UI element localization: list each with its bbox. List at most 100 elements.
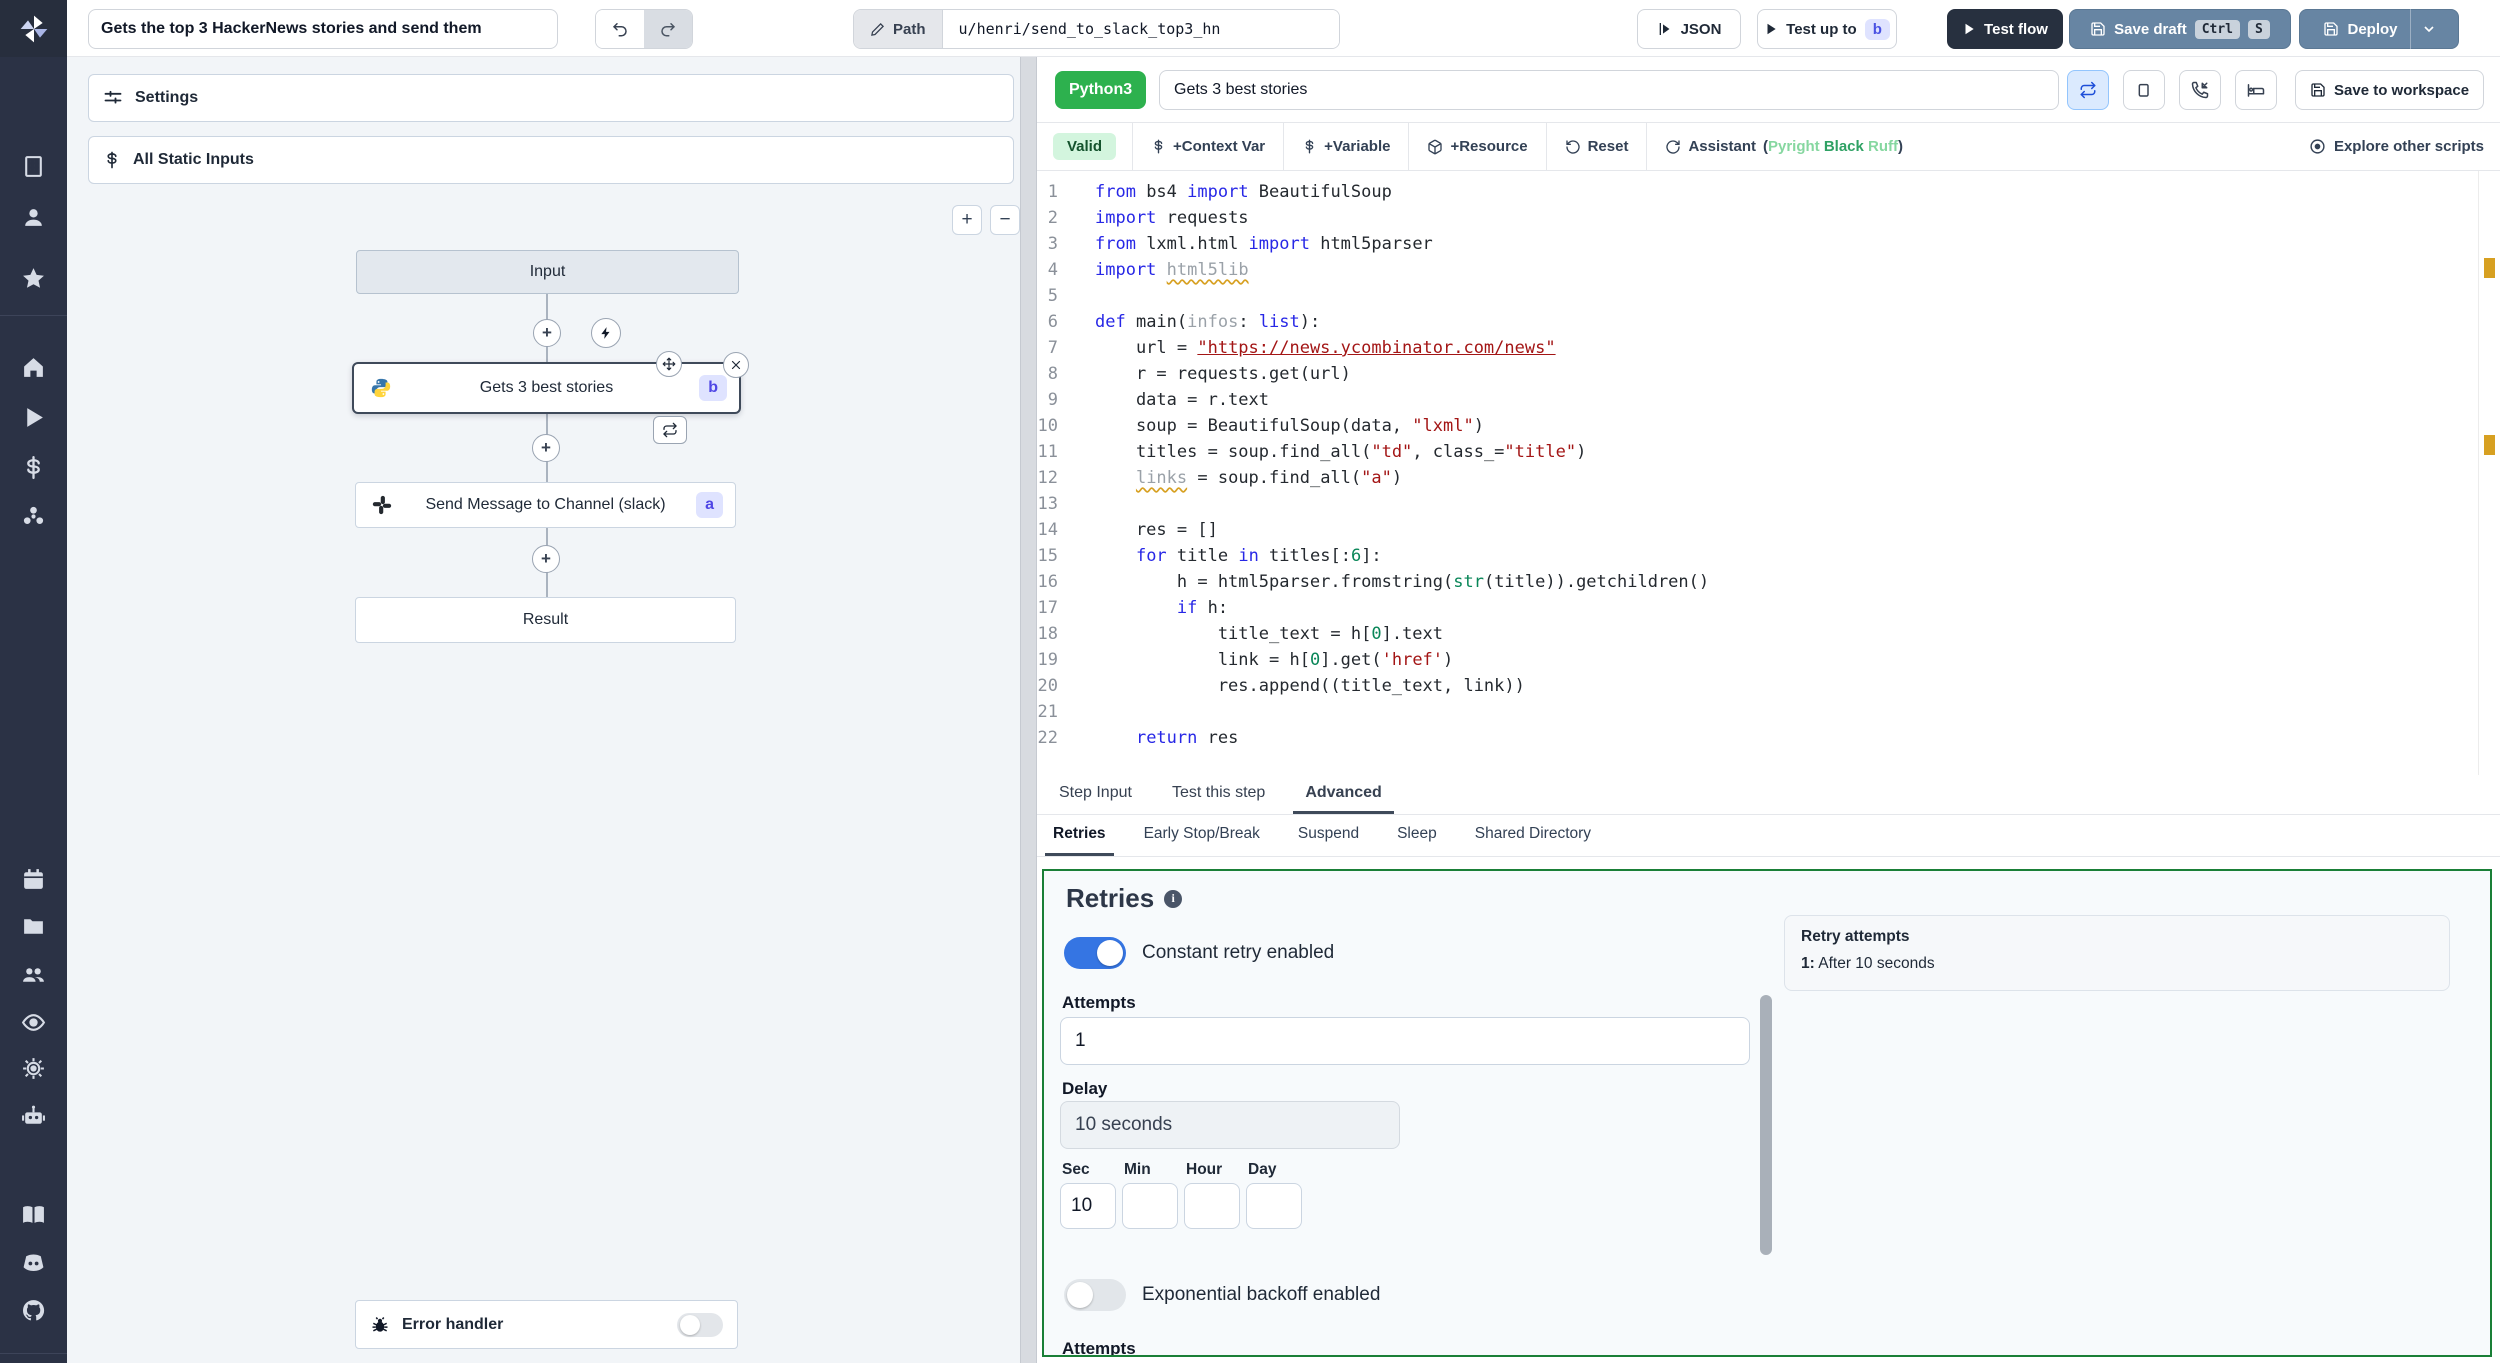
- subtab-early-stop[interactable]: Early Stop/Break: [1136, 815, 1268, 856]
- hour-input[interactable]: [1184, 1183, 1240, 1229]
- code-line: 11 titles = soup.find_all("td", class_="…: [1037, 439, 2457, 465]
- schedules-calendar-icon[interactable]: [21, 867, 46, 892]
- delay-input[interactable]: [1060, 1101, 1400, 1149]
- user-icon[interactable]: [21, 205, 46, 230]
- zoom-out-button[interactable]: −: [990, 205, 1020, 235]
- home-icon[interactable]: [21, 355, 46, 380]
- add-context-var-button[interactable]: +Context Var: [1133, 132, 1283, 162]
- retries-toggle-button[interactable]: [2067, 70, 2109, 110]
- test-up-to-button[interactable]: Test up to b: [1757, 9, 1897, 49]
- warning-marker: [2484, 435, 2495, 455]
- discord-icon[interactable]: [21, 1250, 46, 1275]
- sliders-icon: [104, 90, 122, 104]
- code-line: 13: [1037, 491, 2457, 517]
- delete-step-button[interactable]: [723, 352, 749, 378]
- save-icon: [2324, 22, 2339, 36]
- variables-dollar-icon[interactable]: [21, 455, 46, 480]
- attempts-input[interactable]: [1060, 1017, 1750, 1065]
- sleep-button[interactable]: [2235, 70, 2277, 110]
- github-icon[interactable]: [21, 1298, 46, 1323]
- code-line: 12 links = soup.find_all("a"): [1037, 465, 2457, 491]
- test-flow-button[interactable]: Test flow: [1947, 9, 2063, 49]
- flow-node-input[interactable]: Input: [356, 250, 739, 294]
- docs-book-icon[interactable]: [21, 1202, 46, 1227]
- subtab-suspend[interactable]: Suspend: [1290, 815, 1367, 856]
- suspend-button[interactable]: [2179, 70, 2221, 110]
- dollar-icon: [1154, 139, 1163, 154]
- retries-scrollbar[interactable]: [1760, 995, 1772, 1255]
- json-button[interactable]: JSON: [1637, 9, 1741, 49]
- sec-input[interactable]: [1060, 1183, 1116, 1229]
- add-step-button[interactable]: +: [532, 545, 560, 573]
- save-draft-button[interactable]: Save draft Ctrl S: [2069, 9, 2291, 49]
- play-icon: [1965, 23, 1974, 35]
- panel-splitter[interactable]: [1020, 57, 1037, 1363]
- slack-icon: [372, 495, 392, 515]
- editor-overview-ruler[interactable]: [2478, 171, 2500, 775]
- save-to-workspace-button[interactable]: Save to workspace: [2295, 70, 2485, 110]
- day-input[interactable]: [1246, 1183, 1302, 1229]
- flow-node-step-b[interactable]: Gets 3 best stories b: [352, 362, 741, 414]
- windmill-logo[interactable]: [0, 0, 67, 57]
- flow-settings-card[interactable]: Settings: [88, 74, 1014, 122]
- add-step-button[interactable]: +: [532, 434, 560, 462]
- deploy-button[interactable]: Deploy: [2299, 9, 2459, 49]
- zoom-in-button[interactable]: +: [952, 205, 982, 235]
- workspace-building-icon[interactable]: [21, 154, 46, 179]
- step-name-input[interactable]: [1159, 70, 2059, 110]
- error-handler-node[interactable]: Error handler: [355, 1300, 738, 1349]
- dollar-icon: [107, 151, 117, 169]
- add-step-button[interactable]: +: [533, 319, 561, 347]
- add-variable-button[interactable]: +Variable: [1284, 132, 1408, 162]
- trigger-zap-button[interactable]: [591, 318, 621, 348]
- tab-step-input[interactable]: Step Input: [1047, 775, 1144, 814]
- error-handler-toggle[interactable]: [677, 1312, 723, 1337]
- save-icon: [2091, 22, 2105, 36]
- favorites-star-icon[interactable]: [21, 266, 46, 291]
- flow-title-input[interactable]: [88, 9, 558, 49]
- flow-node-step-a[interactable]: Send Message to Channel (slack) a: [355, 482, 736, 528]
- assistant-status[interactable]: Assistant (Pyright Black Ruff): [1647, 132, 1921, 162]
- retry-indicator-chip[interactable]: [653, 416, 687, 444]
- move-step-button[interactable]: [656, 351, 682, 377]
- sidebar: [0, 57, 67, 1363]
- workers-robot-icon[interactable]: [21, 1104, 46, 1129]
- tab-advanced[interactable]: Advanced: [1293, 775, 1394, 814]
- chevron-down-icon: [2423, 26, 2434, 33]
- subtab-sleep[interactable]: Sleep: [1389, 815, 1445, 856]
- json-icon: [1659, 23, 1670, 35]
- subtab-retries[interactable]: Retries: [1045, 815, 1114, 856]
- sidebar-divider: [0, 315, 67, 316]
- code-line: 5: [1037, 283, 2457, 309]
- reset-icon: [1565, 139, 1580, 154]
- early-stop-button[interactable]: [2123, 70, 2165, 110]
- audit-eye-icon[interactable]: [21, 1010, 46, 1035]
- runs-play-icon[interactable]: [21, 405, 46, 430]
- code-line: 2 import requests: [1037, 205, 2457, 231]
- min-input[interactable]: [1122, 1183, 1178, 1229]
- code-editor[interactable]: 1 from bs4 import BeautifulSoup 2 import re…: [1037, 171, 2500, 775]
- subtab-shared-directory[interactable]: Shared Directory: [1467, 815, 1599, 856]
- groups-users-icon[interactable]: [21, 962, 46, 987]
- windmill-icon: [20, 15, 47, 42]
- undo-button[interactable]: [596, 10, 644, 48]
- exponential-backoff-toggle[interactable]: [1064, 1279, 1126, 1311]
- resources-icon[interactable]: [21, 504, 46, 529]
- add-resource-button[interactable]: +Resource: [1409, 132, 1545, 162]
- deploy-dropdown-button[interactable]: [2409, 9, 2447, 49]
- explore-icon: [2310, 139, 2325, 154]
- constant-retry-toggle[interactable]: [1064, 937, 1126, 969]
- settings-gear-icon[interactable]: [21, 1056, 46, 1081]
- info-icon[interactable]: i: [1164, 889, 1183, 908]
- folders-icon[interactable]: [21, 914, 46, 939]
- code-line: 18 title_text = h[0].text: [1037, 621, 2457, 647]
- close-icon: [731, 360, 741, 370]
- flow-static-inputs-card[interactable]: All Static Inputs: [88, 136, 1014, 184]
- redo-button[interactable]: [644, 10, 692, 48]
- tab-test-this-step[interactable]: Test this step: [1160, 775, 1277, 814]
- flow-node-result[interactable]: Result: [355, 597, 736, 643]
- line-number: 18: [1037, 624, 1058, 644]
- reset-button[interactable]: Reset: [1547, 132, 1647, 162]
- explore-other-scripts-button[interactable]: Explore other scripts: [2309, 138, 2484, 155]
- path-group[interactable]: Path u/henri/send_to_slack_top3_hn: [853, 9, 1340, 49]
